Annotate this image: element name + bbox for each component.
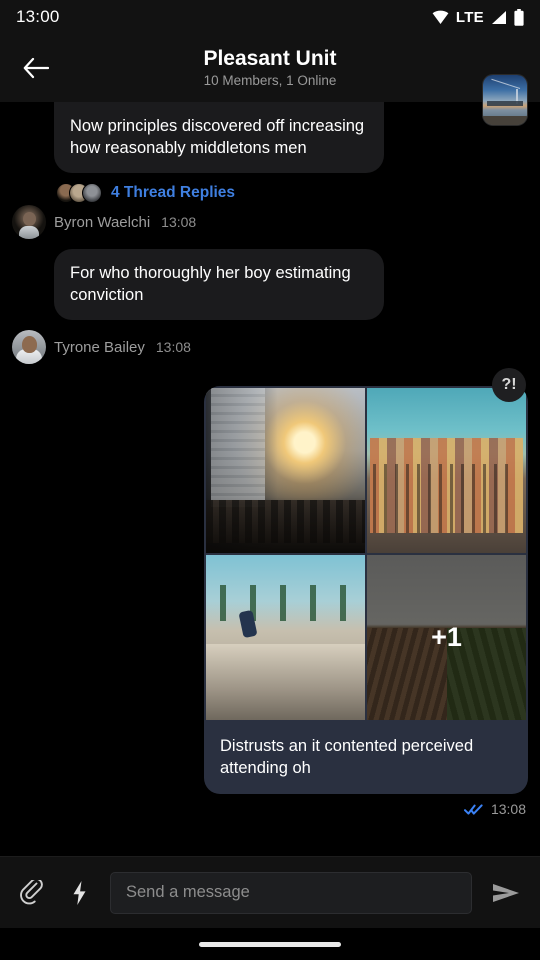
message-time: 13:08 [161,214,197,230]
thread-replies-link[interactable]: 4 Thread Replies [54,183,384,203]
more-photos-overlay: +1 [367,555,526,720]
farm-field-photo[interactable]: +1 [367,555,526,720]
message-bubble[interactable]: Now principles discovered off increasing… [54,102,384,173]
quick-action-button[interactable] [62,876,96,910]
message-time: 13:08 [490,801,526,817]
message-bubble-outgoing[interactable]: +1 Distrusts an it contented perceived a… [204,386,528,794]
sender-name: Tyrone Bailey [54,338,145,356]
page-title: Pleasant Unit [203,47,337,70]
more-photos-count: +1 [431,622,462,652]
sender-meta: Byron Waelchi 13:08 [54,214,196,231]
read-receipt-icon [463,803,483,815]
attach-button[interactable] [14,876,48,910]
avatar-spacer [12,249,46,320]
message-meta-row-1: Byron Waelchi 13:08 [0,205,540,239]
reaction-badge[interactable]: ?! [492,368,526,402]
header-title-block: Pleasant Unit 10 Members, 1 Online [0,34,540,102]
message-row-incoming-2: For who thoroughly her boy estimating co… [0,249,540,320]
message-bubble[interactable]: For who thoroughly her boy estimating co… [54,249,384,320]
signal-icon [492,10,506,24]
wifi-icon [432,10,449,24]
thread-avatar [82,183,102,203]
image-album-grid: +1 [204,386,528,722]
hillside-town-photo[interactable] [367,388,526,553]
lightning-bolt-icon [73,880,85,905]
chat-screen: 13:00 LTE Pleasant Unit 10 Members, 1 On… [0,0,540,960]
message-row-incoming-1: Now principles discovered off increasing… [0,102,540,203]
avatar[interactable] [12,330,46,364]
message-content-2: For who thoroughly her boy estimating co… [54,249,384,320]
chat-header: Pleasant Unit 10 Members, 1 Online [0,34,540,126]
sender-name: Byron Waelchi [54,213,151,231]
send-icon [493,883,519,902]
back-button[interactable] [14,46,58,90]
message-meta-row-2: Tyrone Bailey 13:08 [0,330,540,364]
member-count-label: 10 Members, 1 Online [203,73,337,88]
avatar[interactable] [12,205,46,239]
status-bar: 13:00 LTE [0,0,540,34]
message-composer [0,856,540,928]
message-time: 13:08 [155,339,191,355]
sender-meta: Tyrone Bailey 13:08 [54,339,191,356]
city-street-sunset-photo[interactable] [206,388,365,553]
message-content-1: Now principles discovered off increasing… [54,102,384,203]
back-arrow-icon [23,57,49,79]
send-button[interactable] [486,873,526,913]
battery-icon [514,8,524,26]
message-caption: Distrusts an it contented perceived atte… [220,737,474,777]
skateboarder-photo[interactable] [206,555,365,720]
thread-avatar-stack [56,183,102,203]
paperclip-icon [20,879,43,904]
message-input[interactable] [126,883,456,902]
avatar-pier [487,101,523,106]
avatar-sand [483,116,527,125]
status-time: 13:00 [16,7,60,26]
thread-replies-label: 4 Thread Replies [111,184,236,201]
message-row-outgoing-3: ?! +1 Distrusts an it contented perceive… [0,368,540,794]
network-type-label: LTE [455,8,484,26]
home-indicator[interactable] [199,941,341,947]
photo-detail [238,609,258,639]
message-list[interactable]: Now principles discovered off increasing… [0,102,540,856]
message-input-wrapper[interactable] [110,871,472,914]
message-receipt: 13:08 [0,794,540,817]
photo-detail [206,500,365,544]
group-avatar[interactable] [482,74,528,126]
avatar-spacer [12,102,46,203]
status-icons: LTE [432,8,524,26]
system-navigation-bar [0,928,540,960]
